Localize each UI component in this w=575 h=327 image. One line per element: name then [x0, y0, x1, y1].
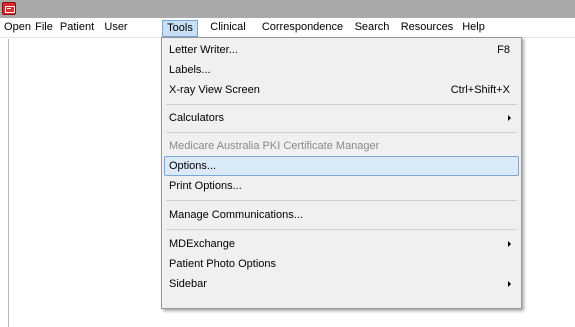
title-bar	[0, 0, 575, 18]
menu-item-label: MDExchange	[169, 238, 236, 250]
menu-clinical[interactable]: Clinical	[205, 20, 251, 37]
menu-item-label: Labels...	[169, 64, 211, 76]
menu-item-print-options[interactable]: Print Options...	[164, 176, 519, 196]
menu-separator	[166, 104, 517, 105]
chevron-right-icon	[508, 115, 511, 121]
menu-item-label: Sidebar	[169, 278, 207, 290]
tools-dropdown-menu: Letter Writer... F8 Labels... X-ray View…	[161, 37, 522, 309]
menu-item-options[interactable]: Options...	[164, 156, 519, 176]
menu-item-labels[interactable]: Labels...	[164, 60, 519, 80]
menu-item-calculators[interactable]: Calculators	[164, 108, 519, 128]
menu-item-label: Letter Writer...	[169, 44, 238, 56]
shortcut-label: Ctrl+Shift+X	[450, 84, 510, 96]
menu-item-letter-writer[interactable]: Letter Writer... F8	[164, 40, 519, 60]
workspace-divider	[8, 39, 9, 327]
menu-item-sidebar[interactable]: Sidebar	[164, 274, 519, 294]
menu-separator	[166, 200, 517, 201]
menu-help[interactable]: Help	[459, 20, 488, 37]
menu-open[interactable]: Open	[2, 20, 33, 37]
menu-item-label: Calculators	[169, 112, 225, 124]
app-icon[interactable]	[2, 2, 16, 15]
shortcut-label: F8	[497, 44, 510, 56]
menu-user[interactable]: User	[101, 20, 131, 37]
menu-search[interactable]: Search	[352, 20, 392, 37]
menu-item-label: Manage Communications...	[169, 209, 303, 221]
menu-bar: Open File Patient User Tools Clinical Co…	[0, 18, 575, 38]
menu-item-manage-communications[interactable]: Manage Communications...	[164, 205, 519, 225]
menu-item-pki-certificate-manager: Medicare Australia PKI Certificate Manag…	[164, 136, 519, 156]
menu-correspondence[interactable]: Correspondence	[255, 20, 350, 37]
menu-item-xray-view-screen[interactable]: X-ray View Screen Ctrl+Shift+X	[164, 80, 519, 100]
menu-separator	[166, 229, 517, 230]
menu-patient[interactable]: Patient	[57, 20, 97, 37]
menu-item-mdexchange[interactable]: MDExchange	[164, 234, 519, 254]
menu-separator	[166, 132, 517, 133]
menu-resources[interactable]: Resources	[398, 20, 456, 37]
menu-item-label: X-ray View Screen	[169, 84, 260, 96]
menu-file[interactable]: File	[33, 20, 55, 37]
chevron-right-icon	[508, 281, 511, 287]
menu-item-label: Print Options...	[169, 180, 242, 192]
menu-item-label: Options...	[169, 160, 217, 172]
menu-item-label: Medicare Australia PKI Certificate Manag…	[169, 140, 380, 152]
menu-item-patient-photo-options[interactable]: Patient Photo Options	[164, 254, 519, 274]
chevron-right-icon	[508, 241, 511, 247]
menu-item-label: Patient Photo Options	[169, 258, 277, 270]
menu-tools[interactable]: Tools	[162, 20, 198, 37]
